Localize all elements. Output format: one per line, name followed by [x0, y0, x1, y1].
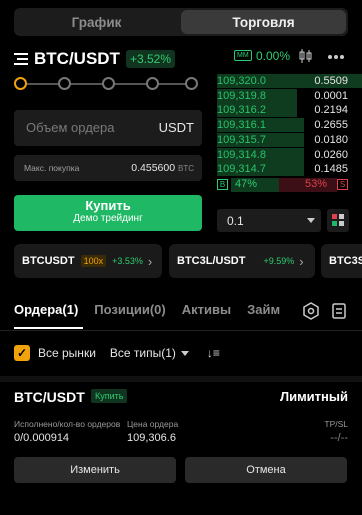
tab-assets[interactable]: Активы	[182, 302, 231, 322]
buy-button[interactable]: Купить Демо трейдинг	[14, 195, 202, 231]
slider-dot-25[interactable]	[58, 77, 71, 90]
pair-header[interactable]: BTC/USDT +3.52%	[14, 47, 175, 71]
max-buy-row: Макс. покупка 0.455600 BTC	[14, 155, 202, 181]
bid-price: 109,319.8	[217, 89, 266, 102]
max-buy-currency: BTC	[178, 164, 194, 173]
buy-percent: 47%	[235, 178, 258, 190]
filled-value: 0/0.000914	[14, 432, 70, 444]
buy-button-label: Купить	[85, 198, 131, 213]
sell-percent: 53%	[305, 178, 328, 190]
edit-order-button[interactable]: Изменить	[14, 457, 176, 483]
bid-qty: 0.1485	[314, 163, 348, 176]
tab-loans[interactable]: Займ	[247, 302, 280, 322]
bid-qty: 0.2194	[314, 104, 348, 117]
bid-price: 109,320.0	[217, 75, 266, 87]
section-separator	[0, 376, 362, 382]
ticker-change: +9.59%	[263, 256, 295, 266]
tpsl-label: TP/SL	[324, 419, 348, 429]
buy-button-sublabel: Демо трейдинг	[73, 213, 143, 224]
price-label: Цена ордера	[127, 419, 179, 429]
cancel-order-button[interactable]: Отмена	[185, 457, 347, 483]
filled-label: Исполнено/кол-во ордеров	[14, 419, 121, 429]
chevron-down-icon	[307, 218, 315, 223]
chevron-down-icon	[180, 350, 189, 356]
orderbook-layout-icon[interactable]	[327, 209, 349, 232]
orderbook-row[interactable]: 109,314.7 0.1485	[217, 162, 362, 177]
pair-name: BTC/USDT	[34, 49, 120, 68]
leverage-badge: 100x	[80, 255, 107, 267]
orderbook-row[interactable]: 109,320.0 0.5509	[217, 74, 362, 88]
top-tabs: График Торговля	[14, 8, 348, 36]
pair-change-badge: +3.52%	[125, 50, 175, 68]
bid-qty: 0.0180	[314, 133, 348, 146]
chevron-right-icon: ›	[147, 253, 153, 269]
precision-select[interactable]: 0.1	[217, 209, 321, 232]
ticker-btc3s[interactable]: BTC3S	[321, 244, 362, 278]
max-buy-label: Макс. покупка	[24, 163, 80, 173]
ticker-name: BTC3L/USDT	[177, 255, 246, 267]
bid-price: 109,314.7	[217, 163, 266, 176]
bid-qty: 0.2655	[314, 119, 348, 132]
slider-dot-0[interactable]	[14, 77, 27, 90]
ticker-change: +3.53%	[112, 256, 143, 266]
all-types-dropdown[interactable]: Все типы(1)	[110, 346, 176, 360]
order-amount-unit[interactable]: USDT	[159, 120, 194, 135]
orderbook-row[interactable]: 109,314.8 0.0260	[217, 147, 362, 162]
more-icon[interactable]	[327, 54, 345, 60]
order-filters: ✓ Все рынки Все типы(1) ↓≡	[14, 343, 220, 363]
order-amount-placeholder: Объем ордера	[26, 120, 115, 135]
chevron-right-icon: ›	[299, 253, 304, 269]
bid-qty: 0.0001	[314, 89, 348, 102]
order-type: Лимитный	[279, 389, 348, 404]
bid-price: 109,315.7	[217, 133, 266, 146]
orderbook-row[interactable]: 109,316.1 0.2655	[217, 118, 362, 133]
precision-value: 0.1	[227, 214, 244, 228]
tab-positions[interactable]: Позиции(0)	[94, 302, 165, 322]
menu-icon[interactable]	[14, 53, 28, 65]
max-buy-value: 0.455600	[131, 162, 176, 174]
order-side-badge: Купить	[91, 389, 128, 403]
orderbook-row[interactable]: 109,319.8 0.0001	[217, 88, 362, 103]
history-icon[interactable]	[330, 302, 348, 320]
bid-price: 109,316.2	[217, 104, 266, 117]
ticker-name: BTC3S	[329, 255, 362, 267]
price-value: 109,306.6	[127, 432, 176, 444]
sort-icon[interactable]: ↓≡	[207, 346, 220, 360]
order-amount-input[interactable]: Объем ордера USDT	[14, 110, 202, 146]
active-tab-underline	[14, 327, 83, 329]
tpsl-value: --/--	[330, 432, 348, 444]
slider-dot-50[interactable]	[102, 77, 115, 90]
tab-trade[interactable]: Торговля	[181, 10, 346, 34]
orders-tabs: Ордера(1) Позиции(0) Активы Займ	[14, 302, 296, 322]
checkbox-checked-icon[interactable]: ✓	[14, 345, 30, 361]
ticker-btc3l[interactable]: BTC3L/USDT +9.59% ›	[169, 244, 315, 278]
sell-badge: S	[337, 179, 348, 190]
bid-qty: 0.5509	[314, 75, 348, 87]
orderbook-row[interactable]: 109,316.2 0.2194	[217, 103, 362, 118]
all-markets-label[interactable]: Все рынки	[38, 346, 96, 360]
order-pair: BTC/USDT	[14, 389, 85, 405]
buy-sell-ratio: B 47% 53% S	[217, 178, 348, 192]
ticker-name: BTCUSDT	[22, 255, 75, 267]
slider-dot-75[interactable]	[146, 77, 159, 90]
divider	[0, 330, 362, 331]
orderbook-row[interactable]: 109,315.7 0.0180	[217, 132, 362, 147]
bid-price: 109,316.1	[217, 119, 266, 132]
buy-badge: B	[217, 179, 228, 190]
settings-icon[interactable]	[302, 302, 320, 320]
mm-value: 0.00%	[256, 49, 291, 63]
bid-price: 109,314.8	[217, 148, 266, 161]
ticker-btcusdt[interactable]: BTCUSDT 100x +3.53% ›	[14, 244, 162, 278]
slider-dot-100[interactable]	[185, 77, 198, 90]
tab-orders[interactable]: Ордера(1)	[14, 302, 78, 322]
candlestick-icon[interactable]	[298, 48, 314, 64]
bid-qty: 0.0260	[314, 148, 348, 161]
tab-chart[interactable]: График	[14, 8, 179, 36]
mm-badge: MM	[234, 50, 252, 61]
